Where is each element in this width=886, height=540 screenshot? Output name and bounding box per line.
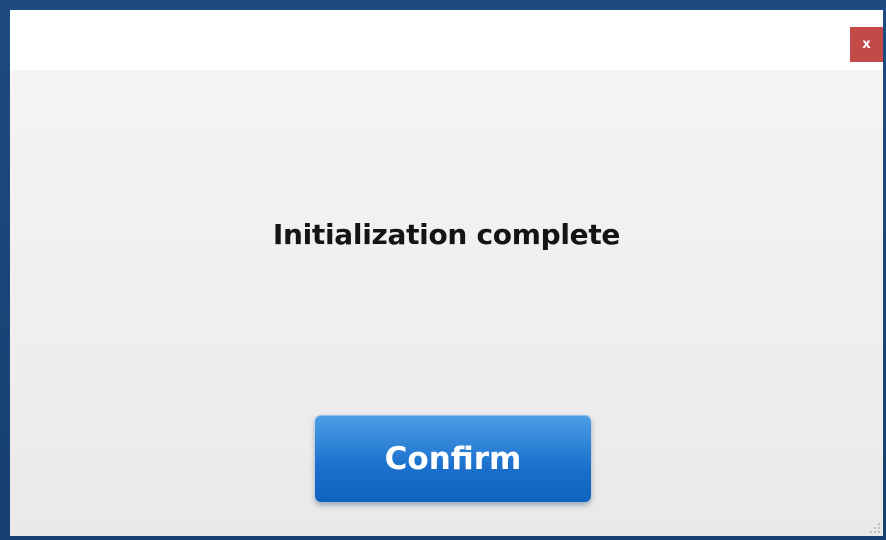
confirm-button[interactable]: Confirm: [315, 415, 591, 502]
status-message: Initialization complete: [272, 218, 621, 251]
resize-grip-icon[interactable]: [869, 522, 881, 534]
dialog: x Initialization complete Confirm: [10, 10, 883, 536]
close-button[interactable]: x: [850, 27, 883, 62]
close-icon: x: [862, 37, 871, 52]
title-bar: x: [10, 10, 883, 70]
window-frame: x Initialization complete Confirm: [0, 0, 886, 540]
